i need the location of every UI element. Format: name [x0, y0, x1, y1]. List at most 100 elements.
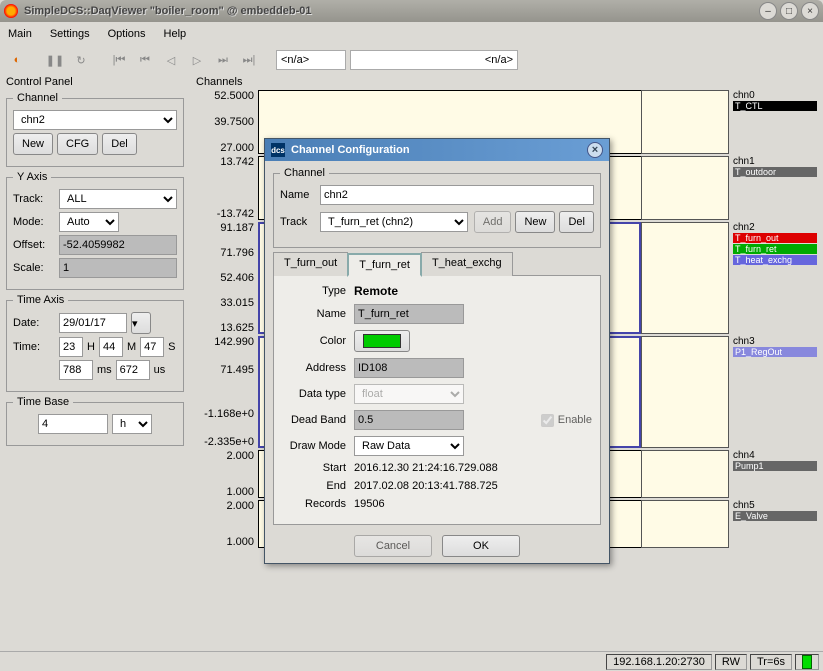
y-tick-label: 33.015 [196, 297, 254, 309]
play-icon[interactable]: ▷ [186, 49, 208, 71]
titlebar: SimpleDCS::DaqViewer "boiler_room" @ emb… [0, 0, 823, 22]
y-tick-label: 71.796 [196, 247, 254, 259]
track-tag: T_furn_out [733, 233, 817, 243]
yaxis-offset-value: -52.4059982 [59, 235, 177, 255]
menu-options[interactable]: Options [108, 28, 146, 40]
sec-input[interactable] [140, 337, 164, 357]
close-button[interactable]: × [801, 2, 819, 20]
channel-name: chn2 [733, 222, 817, 233]
next-icon[interactable]: ⏭ [212, 49, 234, 71]
dialog-title: Channel Configuration [291, 144, 587, 156]
date-input[interactable] [59, 313, 127, 333]
channel-name: chn5 [733, 500, 817, 511]
minimize-button[interactable]: – [759, 2, 777, 20]
status-host: 192.168.1.20:2730 [606, 654, 712, 670]
dlg-track-select[interactable]: T_furn_ret (chn2) [320, 212, 468, 232]
menu-help[interactable]: Help [164, 28, 187, 40]
timebase-fieldset: Time Base h [6, 396, 184, 446]
deadband-value: 0.5 [354, 410, 464, 430]
y-tick-label: -1.168e+0 [196, 408, 254, 420]
y-tick-label: 52.5000 [196, 90, 254, 102]
mini-plot[interactable] [641, 90, 729, 154]
y-tick-label: 2.000 [196, 450, 254, 462]
us-input[interactable] [116, 360, 150, 380]
mini-plot[interactable] [641, 500, 729, 548]
y-tick-label: -13.742 [196, 208, 254, 220]
channel-cfg-button[interactable]: CFG [57, 133, 98, 155]
yaxis-fieldset: Y Axis Track:ALL Mode:Auto Offset:-52.40… [6, 171, 184, 290]
play-back-icon[interactable]: ◁ [160, 49, 182, 71]
control-panel: Control Panel Channel chn2 New CFG Del Y… [0, 74, 190, 650]
mini-plot[interactable] [641, 336, 729, 448]
menu-settings[interactable]: Settings [50, 28, 90, 40]
y-tick-label: 91.187 [196, 222, 254, 234]
timebase-legend: Time Base [13, 396, 73, 408]
dlg-channel-name-input[interactable] [320, 185, 594, 205]
toolbar: ◐ ❚❚ ↻ |⏮ ⏮ ◁ ▷ ⏭ ⏭| [0, 46, 823, 74]
yaxis-mode-select[interactable]: Auto [59, 212, 119, 232]
skip-start-icon[interactable]: |⏮ [108, 49, 130, 71]
drawmode-select[interactable]: Raw Data [354, 436, 464, 456]
status-indicator [795, 654, 819, 670]
mini-plot[interactable] [641, 222, 729, 334]
nav-status-input[interactable] [350, 50, 518, 70]
y-tick-label: 71.495 [196, 364, 254, 376]
tab-furn-out[interactable]: T_furn_out [273, 252, 348, 276]
maximize-button[interactable]: □ [780, 2, 798, 20]
statusbar: 192.168.1.20:2730 RW Tr=6s [0, 651, 823, 671]
nav-pos-input[interactable] [276, 50, 346, 70]
skip-end-icon[interactable]: ⏭| [238, 49, 260, 71]
mini-plot[interactable] [641, 156, 729, 220]
control-panel-title: Control Panel [6, 76, 184, 88]
dlg-del-button[interactable]: Del [559, 211, 594, 233]
track-tabs: T_furn_out T_furn_ret T_heat_exchg [273, 252, 601, 276]
ok-button[interactable]: OK [442, 535, 520, 557]
timebase-value-input[interactable] [38, 414, 108, 434]
window-title: SimpleDCS::DaqViewer "boiler_room" @ emb… [24, 5, 756, 17]
record-icon[interactable]: ◐ [6, 49, 28, 71]
dialog-close-icon[interactable]: × [587, 142, 603, 158]
min-input[interactable] [99, 337, 123, 357]
dlg-new-button[interactable]: New [515, 211, 555, 233]
tab-heat-exchg[interactable]: T_heat_exchg [421, 252, 513, 276]
track-tag: T_outdoor [733, 167, 817, 177]
dialog-titlebar[interactable]: dcs Channel Configuration × [265, 139, 609, 161]
dialog-icon: dcs [271, 143, 285, 157]
yaxis-scale-value: 1 [59, 258, 177, 278]
y-tick-label: 1.000 [196, 486, 254, 498]
pause-icon[interactable]: ❚❚ [44, 49, 66, 71]
channel-legend: Channel [13, 92, 62, 104]
date-picker-icon[interactable]: ▾ [131, 312, 151, 334]
app-icon [4, 4, 18, 18]
cancel-button: Cancel [354, 535, 432, 557]
menu-main[interactable]: Main [8, 28, 32, 40]
status-tr: Tr=6s [750, 654, 792, 670]
yaxis-track-select[interactable]: ALL [59, 189, 177, 209]
enable-checkbox [541, 414, 554, 427]
refresh-icon[interactable]: ↻ [70, 49, 92, 71]
mini-plot[interactable] [641, 450, 729, 498]
timebase-unit-select[interactable]: h [112, 414, 152, 434]
y-tick-label: 13.742 [196, 156, 254, 168]
records-value: 19506 [354, 498, 385, 510]
ms-input[interactable] [59, 360, 93, 380]
track-tag: E_Valve [733, 511, 817, 521]
dlg-channel-fieldset: Channel Name Track T_furn_ret (chn2) Add… [273, 167, 601, 248]
channel-fieldset: Channel chn2 New CFG Del [6, 92, 184, 167]
prev-icon[interactable]: ⏮ [134, 49, 156, 71]
timeaxis-fieldset: Time Axis Date: ▾ Time: H M S ms us [6, 294, 184, 392]
channel-del-button[interactable]: Del [102, 133, 137, 155]
channels-title: Channels [196, 76, 817, 88]
color-button[interactable] [354, 330, 410, 352]
track-name-value: T_furn_ret [354, 304, 464, 324]
y-tick-label: 27.000 [196, 142, 254, 154]
y-tick-label: 52.406 [196, 272, 254, 284]
type-value: Remote [354, 284, 398, 298]
menubar: Main Settings Options Help [0, 22, 823, 46]
hour-input[interactable] [59, 337, 83, 357]
track-tag: T_CTL [733, 101, 817, 111]
channel-select[interactable]: chn2 [13, 110, 177, 130]
channel-new-button[interactable]: New [13, 133, 53, 155]
tab-furn-ret[interactable]: T_furn_ret [347, 253, 422, 277]
y-tick-label: 2.000 [196, 500, 254, 512]
